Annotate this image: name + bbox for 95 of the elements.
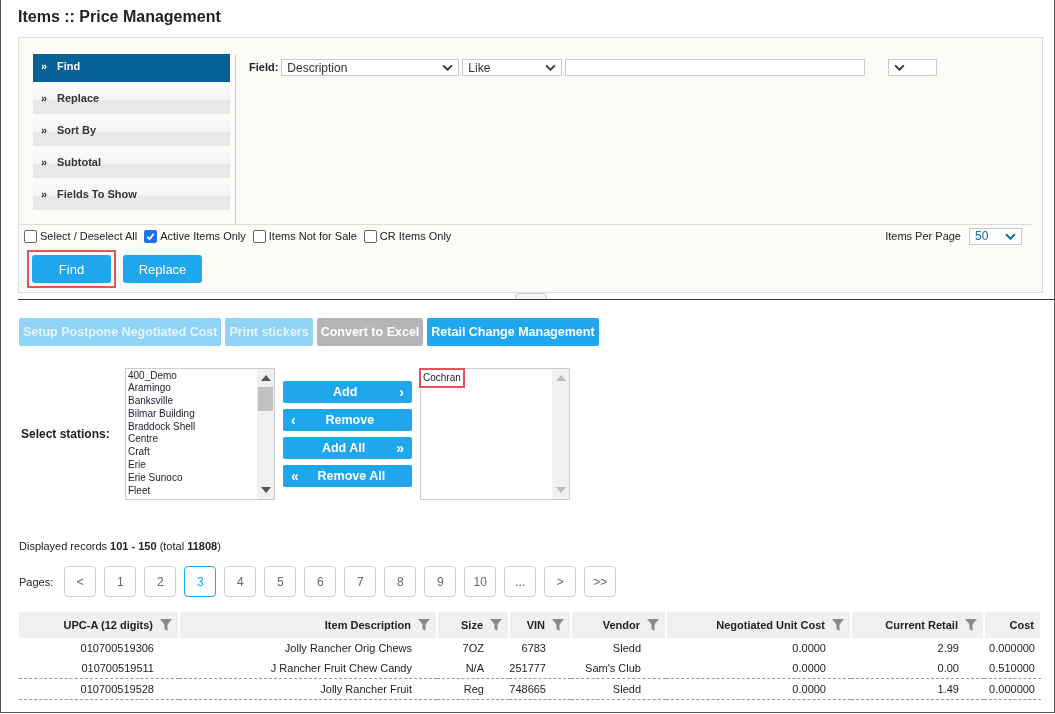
scrollbar[interactable]	[257, 368, 274, 499]
checkbox-label: CR Items Only	[379, 230, 452, 242]
station-option[interactable]: Banksville	[128, 395, 174, 408]
page-button[interactable]: >>	[584, 566, 617, 597]
checkbox[interactable]	[252, 229, 266, 243]
table-cell: 2.99	[851, 638, 984, 658]
chevron-icon	[545, 64, 557, 71]
column-header[interactable]: Negotiated Unit Cost	[666, 612, 851, 638]
table-cell: 0.0000	[666, 658, 851, 679]
menu-item[interactable]: » Fields To Show	[33, 182, 230, 210]
table-cell: Sledd	[571, 638, 666, 658]
value-input[interactable]	[565, 59, 866, 76]
table-cell: 0.0000	[666, 678, 851, 700]
extra-dropdown[interactable]	[888, 59, 938, 76]
checkbox-label: Items Not for Sale	[268, 230, 357, 242]
scrollbar[interactable]	[552, 368, 569, 499]
filter-icon[interactable]	[160, 619, 172, 631]
page-button[interactable]: 6	[304, 566, 337, 597]
station-option[interactable]: Erie Sunoco	[128, 471, 183, 485]
checkbox-label: Select / Deselect All	[40, 230, 138, 242]
column-header[interactable]: Current Retail	[851, 612, 984, 638]
items-per-page-label: Items Per Page	[885, 230, 961, 242]
station-option[interactable]: Bilmar Building	[128, 407, 195, 421]
page-button[interactable]: ...	[504, 566, 537, 597]
table-cell: Sam's Club	[571, 658, 666, 679]
chevron-icon	[894, 64, 906, 71]
filter-icon[interactable]	[965, 619, 977, 631]
stations-label: Select stations:	[21, 426, 111, 441]
page-button[interactable]: 1	[104, 566, 137, 597]
table-cell: 0.000000	[984, 638, 1041, 658]
table-cell: Jolly Rancher Orig Chews	[179, 638, 437, 658]
table-cell: 0.510000	[984, 658, 1041, 679]
table-cell: 1.49	[851, 678, 984, 700]
table-cell: N/A	[437, 658, 509, 679]
records-summary: Displayed records 101 - 150 (total 11808)	[18, 539, 221, 552]
station-option[interactable]: 400_Demo	[128, 369, 177, 383]
station-option[interactable]: Fleet	[128, 484, 151, 498]
table-cell: 010700519511	[19, 658, 179, 679]
table-cell: Sledd	[571, 678, 666, 700]
table-cell: 010700519306	[19, 638, 179, 658]
available-stations-list[interactable]: 400_Demo Aramingo Banksville Bilmar Building Braddock Shell Centre Craft Erie Erie Sunoco Fleet	[125, 367, 275, 500]
column-header[interactable]: Size	[437, 612, 509, 638]
table-cell: 0.00	[851, 658, 984, 679]
menu-item[interactable]: » Subtotal	[33, 150, 230, 178]
filter-icon[interactable]	[418, 619, 430, 631]
menu-item[interactable]: » Sort By	[33, 118, 230, 146]
page-button[interactable]: 5	[264, 566, 297, 597]
station-option[interactable]: Craft	[128, 446, 150, 460]
field-dropdown[interactable]: Description	[281, 59, 460, 76]
items-per-page-dropdown[interactable]: 50	[969, 227, 1022, 245]
field-label: Field:	[249, 61, 279, 73]
table-cell: 0.0000	[666, 638, 851, 658]
table-cell: 0.000000	[984, 678, 1041, 700]
station-option[interactable]: Braddock Shell	[128, 420, 196, 434]
station-option[interactable]: Aramingo	[128, 382, 171, 396]
column-header[interactable]: Cost	[984, 612, 1041, 638]
table-cell: J Rancher Fruit Chew Candy	[179, 658, 437, 679]
page-button[interactable]: 7	[344, 566, 377, 597]
page-button[interactable]: 4	[224, 566, 257, 597]
column-header[interactable]: Item Description	[179, 612, 437, 638]
table-cell: 251777	[509, 658, 571, 679]
splitter-handle[interactable]	[515, 293, 547, 299]
table-cell: 010700519528	[19, 678, 179, 700]
chevron-icon	[442, 64, 454, 71]
page-title: Items :: Price Management	[17, 7, 221, 27]
table-cell: Reg	[437, 678, 509, 700]
page-button[interactable]: 10	[464, 566, 497, 597]
table-cell: 748665	[509, 678, 571, 700]
table-cell: 6783	[509, 638, 571, 658]
menu-item[interactable]: » Find	[33, 54, 230, 82]
page-button[interactable]: <	[64, 566, 97, 597]
station-option[interactable]: Centre	[128, 433, 158, 447]
operator-dropdown[interactable]: Like	[462, 59, 563, 76]
pages-label: Pages:	[19, 575, 54, 588]
column-header[interactable]: Vendor	[571, 612, 666, 638]
filter-icon[interactable]	[552, 619, 564, 631]
filter-icon[interactable]	[832, 619, 844, 631]
chevron-icon	[1005, 232, 1016, 240]
table-cell: 7OZ	[437, 638, 509, 658]
checkbox[interactable]	[24, 229, 37, 243]
filter-icon[interactable]	[490, 619, 502, 631]
station-option[interactable]: Erie	[128, 459, 146, 472]
checkbox-label: Active Items Only	[160, 230, 246, 242]
menu-item[interactable]: » Replace	[33, 86, 230, 114]
table-cell: Jolly Rancher Fruit	[179, 678, 437, 700]
selected-stations-list[interactable]: Cochran	[420, 367, 570, 500]
page-button[interactable]: 2	[144, 566, 177, 597]
page-button[interactable]: 9	[424, 566, 457, 597]
page-button[interactable]: 8	[384, 566, 417, 597]
page-button[interactable]: >	[544, 566, 577, 597]
checkbox[interactable]	[144, 229, 158, 243]
column-header[interactable]: UPC-A (12 digits)	[19, 612, 179, 638]
checkbox[interactable]	[363, 229, 377, 243]
column-header[interactable]: VIN	[509, 612, 571, 638]
filter-icon[interactable]	[647, 619, 659, 631]
